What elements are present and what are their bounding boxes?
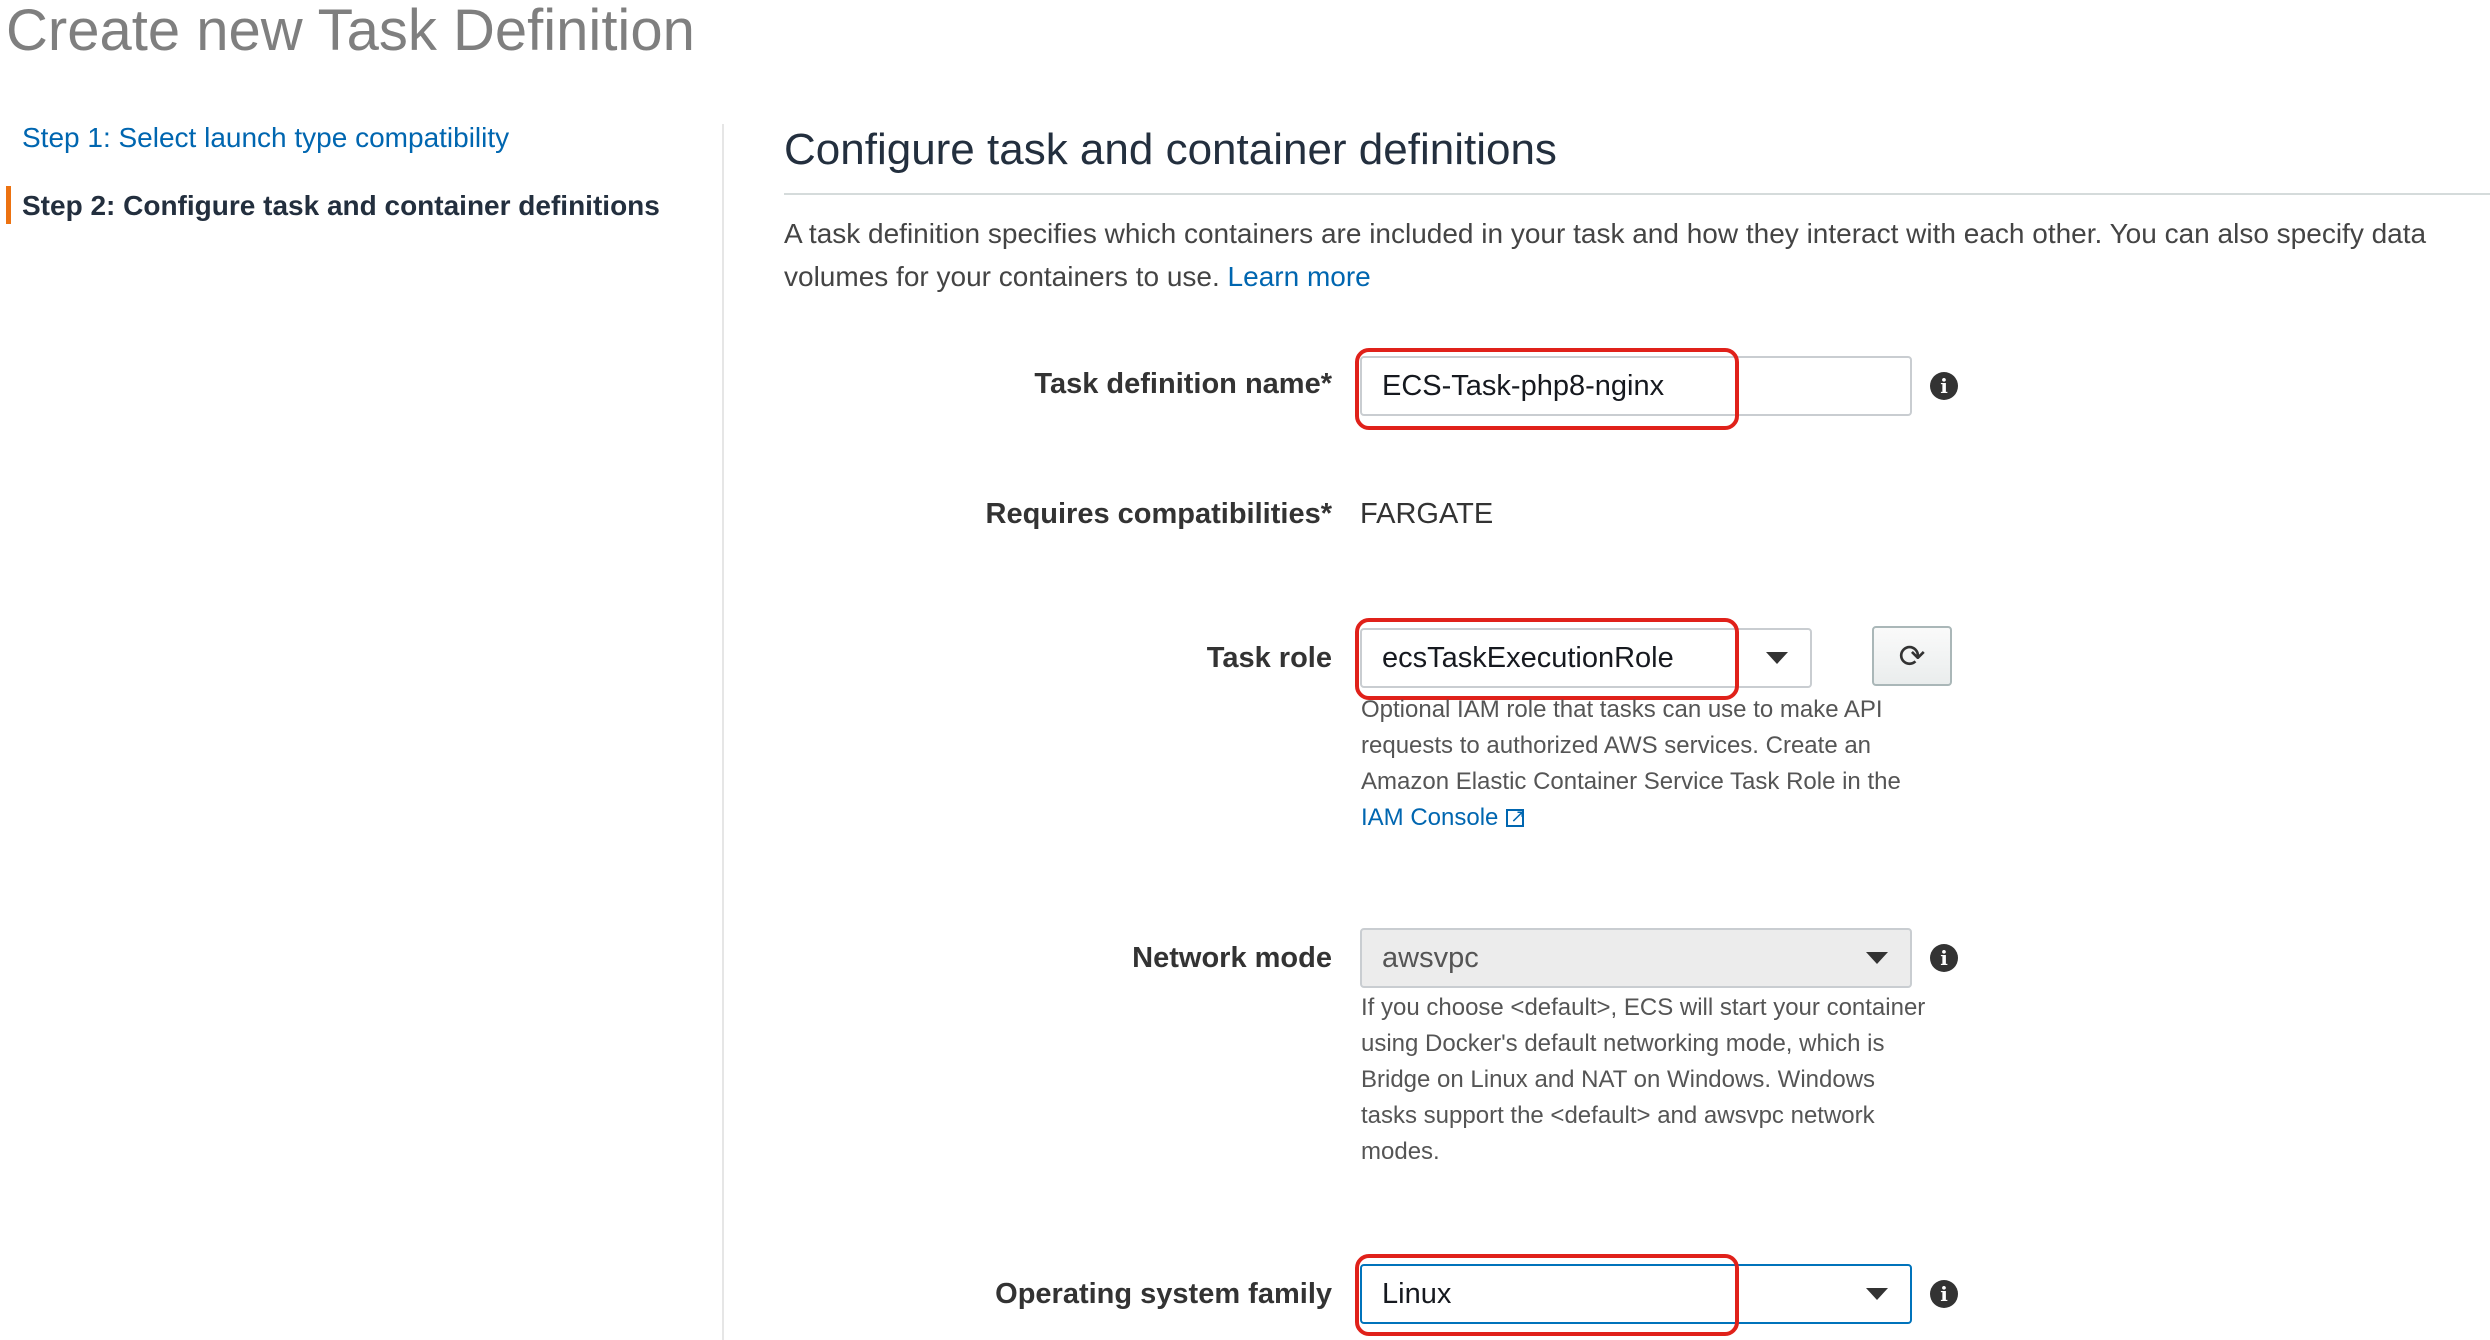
network-mode-help: If you choose <default>, ECS will start … xyxy=(1361,994,1926,1165)
network-mode-label: Network mode xyxy=(1132,942,1332,974)
task-role-help-text: Optional IAM role that tasks can use to … xyxy=(1361,696,1901,795)
network-mode-select: awsvpc xyxy=(1360,928,1912,988)
section-description: A task definition specifies which contai… xyxy=(784,212,2484,298)
chevron-down-icon xyxy=(1866,1288,1888,1300)
info-icon[interactable]: i xyxy=(1930,1280,1958,1308)
requires-compatibilities-value: FARGATE xyxy=(1360,498,1494,530)
section-title: Configure task and container definitions xyxy=(784,125,1557,174)
info-icon[interactable]: i xyxy=(1930,944,1958,972)
requires-compatibilities-label: Requires compatibilities* xyxy=(985,498,1333,530)
network-mode-value: awsvpc xyxy=(1382,942,1479,974)
task-role-value: ecsTaskExecutionRole xyxy=(1382,642,1674,674)
operating-system-family-select[interactable]: Linux xyxy=(1360,1264,1912,1324)
step-1-link[interactable]: Step 1: Select launch type compatibility xyxy=(22,122,509,154)
external-link-icon xyxy=(1506,799,1525,835)
chevron-down-icon xyxy=(1766,652,1788,664)
operating-system-family-label: Operating system family xyxy=(995,1278,1332,1310)
refresh-icon: ⟳ xyxy=(1898,637,1926,675)
task-role-select[interactable]: ecsTaskExecutionRole xyxy=(1360,628,1812,688)
task-definition-name-label: Task definition name* xyxy=(1034,368,1332,400)
operating-system-family-value: Linux xyxy=(1382,1278,1452,1310)
step-2-active: Step 2: Configure task and container def… xyxy=(22,190,660,221)
task-role-help: Optional IAM role that tasks can use to … xyxy=(1361,692,1931,836)
task-definition-name-input[interactable] xyxy=(1360,356,1912,416)
vertical-divider xyxy=(722,124,724,1340)
task-role-label: Task role xyxy=(1206,642,1332,674)
iam-console-link[interactable]: IAM Console xyxy=(1361,804,1498,831)
section-divider xyxy=(784,193,2490,195)
page-title: Create new Task Definition xyxy=(6,0,695,63)
learn-more-link[interactable]: Learn more xyxy=(1228,261,1371,292)
chevron-down-icon xyxy=(1866,952,1888,964)
refresh-button[interactable]: ⟳ xyxy=(1872,626,1952,686)
description-text: A task definition specifies which contai… xyxy=(784,218,2427,292)
active-step-marker xyxy=(6,186,11,224)
info-icon[interactable]: i xyxy=(1930,372,1958,400)
